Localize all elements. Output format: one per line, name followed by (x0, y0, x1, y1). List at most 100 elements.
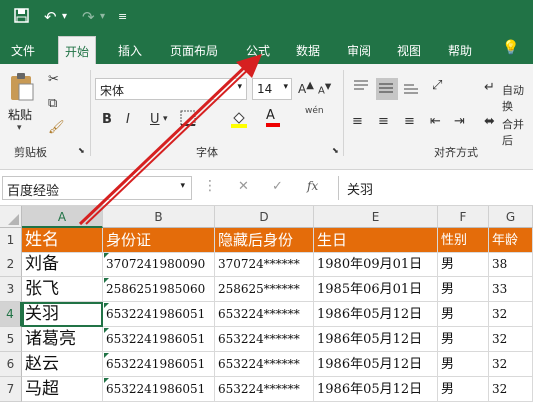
row-header-7[interactable]: 7 (0, 377, 22, 402)
font-size-select[interactable]: 14 ▾ (252, 78, 292, 100)
header-cell[interactable]: 姓名 (22, 228, 103, 253)
table-cell[interactable]: 诸葛亮 (22, 327, 103, 352)
table-cell[interactable]: 男 (438, 252, 489, 277)
increase-indent-icon[interactable]: ⇥ (454, 114, 465, 129)
copy-icon[interactable]: ⧉ (48, 96, 57, 111)
fill-color-icon[interactable] (230, 110, 248, 132)
table-cell[interactable]: 32 (489, 327, 533, 352)
table-cell[interactable]: 张飞 (22, 277, 103, 302)
table-cell[interactable]: 1986年05月12日 (314, 302, 438, 327)
table-cell[interactable]: 马超 (22, 377, 103, 402)
align-center-icon[interactable]: ≡ (378, 114, 389, 129)
clipboard-launcher-icon[interactable]: ⬊ (78, 146, 85, 155)
tab-review[interactable]: 审阅 (347, 42, 371, 59)
header-cell[interactable]: 年龄 (489, 228, 533, 253)
align-right-icon[interactable]: ≡ (404, 114, 415, 129)
tab-help[interactable]: 帮助 (448, 42, 472, 59)
table-cell[interactable]: 6532241986051 (103, 352, 215, 377)
row-header-2[interactable]: 2 (0, 252, 22, 277)
header-cell[interactable]: 隐藏后身份 (215, 228, 314, 253)
grow-font-icon[interactable]: A▲ (298, 80, 314, 96)
table-cell[interactable]: 33 (489, 277, 533, 302)
font-name-select[interactable]: 宋体 ▾ (95, 78, 247, 100)
orientation-icon[interactable]: ⤢ (432, 78, 442, 93)
enter-icon[interactable]: ✓ (272, 179, 283, 194)
column-header-a[interactable]: A (22, 206, 103, 228)
table-cell[interactable]: 1986年05月12日 (314, 377, 438, 402)
table-cell[interactable]: 3707241980090 (103, 252, 215, 277)
phonetic-button[interactable]: wén (305, 106, 324, 116)
undo-icon[interactable]: ↶ (44, 8, 57, 26)
tab-formulas[interactable]: 公式 (246, 42, 270, 59)
wrap-text-label[interactable]: 自动换 (502, 82, 533, 114)
row-header-5[interactable]: 5 (0, 327, 22, 352)
header-cell[interactable]: 性别 (438, 228, 489, 253)
table-cell[interactable]: 38 (489, 252, 533, 277)
borders-icon[interactable] (180, 110, 196, 130)
formula-input[interactable]: 关羽 (338, 176, 533, 200)
undo-dropdown-icon[interactable]: ▾ (62, 11, 67, 22)
table-cell[interactable]: 男 (438, 327, 489, 352)
underline-button[interactable]: U (150, 112, 160, 127)
table-cell[interactable]: 653224****** (215, 302, 314, 327)
decrease-indent-icon[interactable]: ⇤ (430, 114, 441, 129)
italic-button[interactable]: I (126, 112, 130, 127)
tab-view[interactable]: 视图 (397, 42, 421, 59)
chevron-down-icon[interactable]: ▾ (163, 114, 168, 124)
header-cell[interactable]: 生日 (314, 228, 438, 253)
align-top-button[interactable] (352, 78, 372, 98)
tab-home[interactable]: 开始 (58, 36, 97, 64)
bold-button[interactable]: B (102, 112, 112, 127)
table-cell[interactable]: 6532241986051 (103, 302, 215, 327)
table-cell[interactable]: 32 (489, 377, 533, 402)
redo-dropdown-icon[interactable]: ▾ (100, 11, 105, 22)
select-all-corner[interactable] (0, 206, 22, 228)
column-header-b[interactable]: B (103, 206, 215, 228)
table-cell[interactable]: 653224****** (215, 327, 314, 352)
align-bottom-button[interactable] (402, 78, 422, 98)
table-cell[interactable]: 关羽 (22, 302, 103, 327)
customize-icon[interactable]: ≡ (118, 10, 127, 23)
font-launcher-icon[interactable]: ⬊ (332, 146, 339, 155)
shrink-font-icon[interactable]: A▼ (318, 81, 331, 96)
wrap-text-icon[interactable]: ↵ (484, 80, 495, 95)
tab-file[interactable]: 文件 (11, 42, 35, 59)
font-color-icon[interactable]: A (266, 108, 280, 127)
redo-icon[interactable]: ↷ (82, 8, 95, 26)
table-cell[interactable]: 1986年05月12日 (314, 352, 438, 377)
column-header-d[interactable]: D (215, 206, 314, 228)
column-header-g[interactable]: G (489, 206, 533, 228)
table-cell[interactable]: 32 (489, 302, 533, 327)
table-cell[interactable]: 1980年09月01日 (314, 252, 438, 277)
name-box[interactable]: 百度经验 ▾ (2, 176, 192, 200)
table-cell[interactable]: 32 (489, 352, 533, 377)
paste-button[interactable]: 粘贴 ▾ (8, 72, 42, 133)
table-cell[interactable]: 男 (438, 377, 489, 402)
table-cell[interactable]: 赵云 (22, 352, 103, 377)
lightbulb-icon[interactable]: 💡 (502, 40, 519, 56)
tab-insert[interactable]: 插入 (118, 42, 142, 59)
tab-data[interactable]: 数据 (296, 42, 320, 59)
cancel-icon[interactable]: ✕ (238, 179, 249, 194)
table-cell[interactable]: 6532241986051 (103, 377, 215, 402)
cut-icon[interactable]: ✂ (48, 72, 59, 87)
align-left-icon[interactable]: ≡ (352, 114, 363, 129)
table-cell[interactable]: 男 (438, 277, 489, 302)
header-cell[interactable]: 身份证 (103, 228, 215, 253)
table-cell[interactable]: 刘备 (22, 252, 103, 277)
tab-page-layout[interactable]: 页面布局 (170, 42, 218, 59)
save-icon[interactable] (14, 8, 29, 27)
column-header-e[interactable]: E (314, 206, 438, 228)
row-header-1[interactable]: 1 (0, 228, 22, 253)
merge-center-label[interactable]: 合并后 (502, 116, 533, 148)
table-cell[interactable]: 6532241986051 (103, 327, 215, 352)
table-cell[interactable]: 370724****** (215, 252, 314, 277)
table-cell[interactable]: 653224****** (215, 352, 314, 377)
table-cell[interactable]: 1986年05月12日 (314, 327, 438, 352)
table-cell[interactable]: 1985年06月01日 (314, 277, 438, 302)
table-cell[interactable]: 2586251985060 (103, 277, 215, 302)
row-header-3[interactable]: 3 (0, 277, 22, 302)
format-painter-icon[interactable]: 🖌 (48, 120, 65, 135)
merge-center-icon[interactable]: ⬌ (484, 114, 495, 129)
paste-dropdown-icon[interactable]: ▾ (17, 123, 42, 133)
